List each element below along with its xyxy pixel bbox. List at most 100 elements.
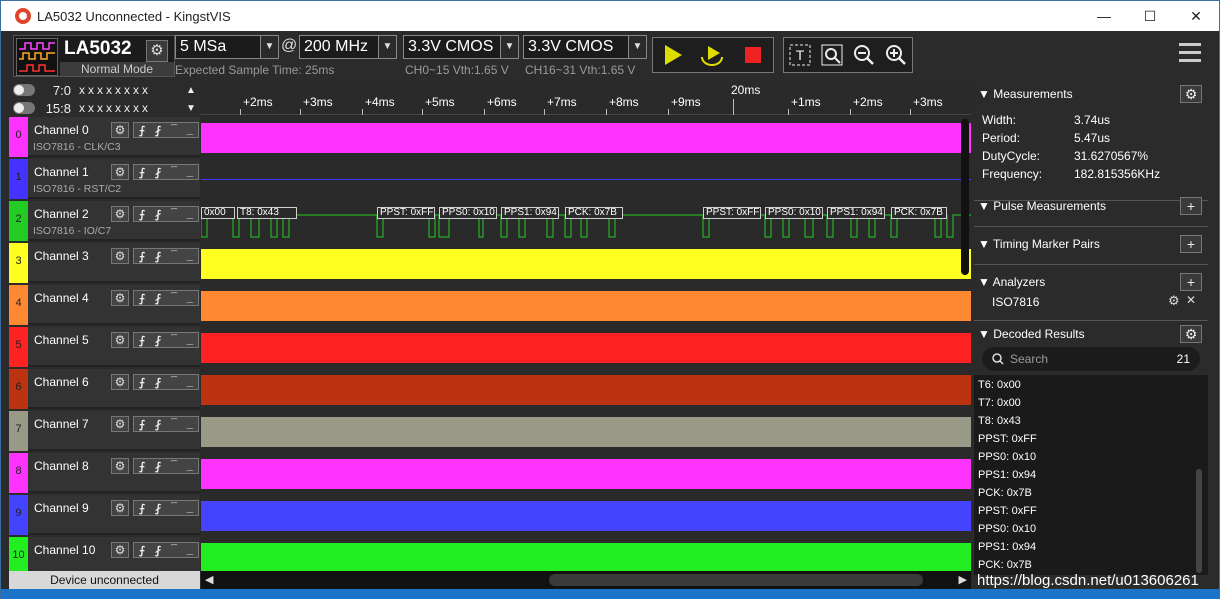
time-ruler[interactable]: +2ms +3ms +4ms +5ms +6ms +7ms +8ms +9ms +1ms +2ms… — [201, 81, 971, 115]
falling-edge-icon[interactable]: ⨏ — [155, 460, 161, 473]
zoom-out-icon[interactable] — [848, 38, 880, 72]
channel-settings-gear-icon[interactable]: ⚙ — [111, 290, 129, 306]
falling-edge-icon[interactable]: ⨏ — [155, 250, 161, 263]
channel-settings-gear-icon[interactable]: ⚙ — [111, 206, 129, 222]
high-level-icon[interactable]: ¯ — [171, 544, 177, 556]
decoded-result-item[interactable]: PPST: 0xFF — [978, 505, 1037, 517]
add-pulse-button[interactable]: + — [1180, 197, 1202, 215]
pulse-header[interactable]: ▼ Pulse Measurements — [978, 199, 1106, 213]
channel-trigger-buttons[interactable]: ⨍ ⨏ ¯ _ — [133, 164, 199, 180]
high-level-icon[interactable]: ¯ — [171, 166, 177, 178]
channel-waveform[interactable] — [201, 543, 971, 573]
channel-trigger-buttons[interactable]: ⨍ ⨏ ¯ _ — [133, 290, 199, 306]
low-level-icon[interactable]: _ — [187, 292, 193, 304]
channel-name[interactable]: Channel 8 — [34, 459, 89, 473]
device-box[interactable]: LA5032 ⚙ Normal Mode — [13, 35, 175, 77]
channel-trigger-buttons[interactable]: ⨍ ⨏ ¯ _ — [133, 122, 199, 138]
channel-trigger-buttons[interactable]: ⨍ ⨏ ¯ _ — [133, 458, 199, 474]
channel-row[interactable]: 5 Channel 5 ⚙ ⨍ ⨏ ¯ _ — [9, 327, 200, 367]
falling-edge-icon[interactable]: ⨏ — [155, 418, 161, 431]
channel-waveform[interactable] — [201, 249, 971, 279]
channel-trigger-buttons[interactable]: ⨍ ⨏ ¯ _ — [133, 332, 199, 348]
measurements-header[interactable]: ▼ Measurements — [978, 87, 1073, 101]
decoded-settings-gear-icon[interactable]: ⚙ — [1180, 325, 1202, 343]
decode-label[interactable]: PCK: 0x7B — [565, 207, 623, 219]
decode-label[interactable]: PPS0: 0x10 — [765, 207, 823, 219]
waveform-horizontal-scrollbar[interactable]: ◀ ▶ — [201, 571, 971, 589]
channel-settings-gear-icon[interactable]: ⚙ — [111, 416, 129, 432]
channel-trigger-buttons[interactable]: ⨍ ⨏ ¯ _ — [133, 416, 199, 432]
decoded-result-item[interactable]: PPS1: 0x94 — [978, 469, 1036, 481]
channel-name[interactable]: Channel 4 — [34, 291, 89, 305]
decode-label[interactable]: PPST: 0xFF — [703, 207, 761, 219]
play-icon[interactable] — [653, 38, 693, 72]
zoom-fit-icon[interactable] — [816, 38, 848, 72]
decode-label[interactable]: PPS1: 0x94 — [827, 207, 885, 219]
low-level-icon[interactable]: _ — [187, 418, 193, 430]
channel-name[interactable]: Channel 7 — [34, 417, 89, 431]
rising-edge-icon[interactable]: ⨍ — [139, 208, 145, 221]
stop-icon[interactable] — [733, 38, 773, 72]
rising-edge-icon[interactable]: ⨍ — [139, 124, 145, 137]
high-level-icon[interactable]: ¯ — [171, 292, 177, 304]
analyzer-settings-gear-icon[interactable]: ⚙ — [1168, 293, 1180, 309]
analyzers-header[interactable]: ▼ Analyzers — [978, 275, 1045, 289]
channel-row[interactable]: 2 Channel 2 ISO7816 - IO/C7 ⚙ ⨍ ⨏ ¯ _ — [9, 201, 200, 241]
low-level-icon[interactable]: _ — [187, 460, 193, 472]
high-level-icon[interactable]: ¯ — [171, 376, 177, 388]
falling-edge-icon[interactable]: ⨏ — [155, 292, 161, 305]
decoded-scrollbar[interactable] — [1196, 469, 1202, 573]
low-level-icon[interactable]: _ — [187, 166, 193, 178]
falling-edge-icon[interactable]: ⨏ — [155, 544, 161, 557]
channel-row[interactable]: 9 Channel 9 ⚙ ⨍ ⨏ ¯ _ — [9, 495, 200, 535]
channel-name[interactable]: Channel 0 — [34, 123, 89, 137]
minimize-button[interactable]: — — [1081, 1, 1127, 31]
channel-row[interactable]: 0 Channel 0 ISO7816 - CLK/C3 ⚙ ⨍ ⨏ ¯ _ — [9, 117, 200, 157]
decode-label[interactable]: PPS1: 0x94 — [501, 207, 559, 219]
low-level-icon[interactable]: _ — [187, 502, 193, 514]
low-level-icon[interactable]: _ — [187, 334, 193, 346]
chevron-down-icon[interactable]: ▼ — [186, 103, 200, 114]
port-toggle-high[interactable] — [13, 102, 35, 114]
falling-edge-icon[interactable]: ⨏ — [155, 334, 161, 347]
port-toggle-low[interactable] — [13, 84, 35, 96]
decode-label[interactable]: PPS0: 0x10 — [439, 207, 497, 219]
decoded-search-input[interactable]: Search 21 — [982, 347, 1200, 371]
channel-row[interactable]: 4 Channel 4 ⚙ ⨍ ⨏ ¯ _ — [9, 285, 200, 325]
repeat-play-icon[interactable] — [693, 38, 733, 72]
decoded-result-item[interactable]: T7: 0x00 — [978, 397, 1021, 409]
threshold-select-1[interactable]: 3.3V CMOS ▼ — [403, 35, 519, 59]
zoom-in-icon[interactable] — [880, 38, 912, 72]
falling-edge-icon[interactable]: ⨏ — [155, 502, 161, 515]
chevron-up-icon[interactable]: ▲ — [186, 85, 200, 96]
channel-name[interactable]: Channel 6 — [34, 375, 89, 389]
channel-settings-gear-icon[interactable]: ⚙ — [111, 248, 129, 264]
decode-label[interactable]: T8: 0x43 — [237, 207, 297, 219]
add-analyzer-button[interactable]: + — [1180, 273, 1202, 291]
channel-settings-gear-icon[interactable]: ⚙ — [111, 164, 129, 180]
channel-trigger-buttons[interactable]: ⨍ ⨏ ¯ _ — [133, 374, 199, 390]
channel-settings-gear-icon[interactable]: ⚙ — [111, 332, 129, 348]
high-level-icon[interactable]: ¯ — [171, 460, 177, 472]
channel-waveform[interactable] — [201, 417, 971, 447]
decoded-result-item[interactable]: PCK: 0x7B — [978, 559, 1032, 571]
low-level-icon[interactable]: _ — [187, 376, 193, 388]
rising-edge-icon[interactable]: ⨍ — [139, 292, 145, 305]
falling-edge-icon[interactable]: ⨏ — [155, 124, 161, 137]
text-marker-icon[interactable]: T — [784, 38, 816, 72]
analyzer-remove-close-icon[interactable]: ✕ — [1186, 293, 1196, 307]
channel-settings-gear-icon[interactable]: ⚙ — [111, 500, 129, 516]
channel-trigger-buttons[interactable]: ⨍ ⨏ ¯ _ — [133, 500, 199, 516]
channel-settings-gear-icon[interactable]: ⚙ — [111, 458, 129, 474]
decoded-result-item[interactable]: T8: 0x43 — [978, 415, 1021, 427]
decoded-result-item[interactable]: PCK: 0x7B — [978, 487, 1032, 499]
channel-waveform[interactable] — [201, 165, 971, 195]
channel-row[interactable]: 8 Channel 8 ⚙ ⨍ ⨏ ¯ _ — [9, 453, 200, 493]
rising-edge-icon[interactable]: ⨍ — [139, 544, 145, 557]
high-level-icon[interactable]: ¯ — [171, 208, 177, 220]
channel-waveform[interactable] — [201, 501, 971, 531]
channel-name[interactable]: Channel 3 — [34, 249, 89, 263]
rising-edge-icon[interactable]: ⨍ — [139, 376, 145, 389]
decode-label[interactable]: 0x00 — [201, 207, 235, 219]
maximize-button[interactable]: ☐ — [1127, 1, 1173, 31]
